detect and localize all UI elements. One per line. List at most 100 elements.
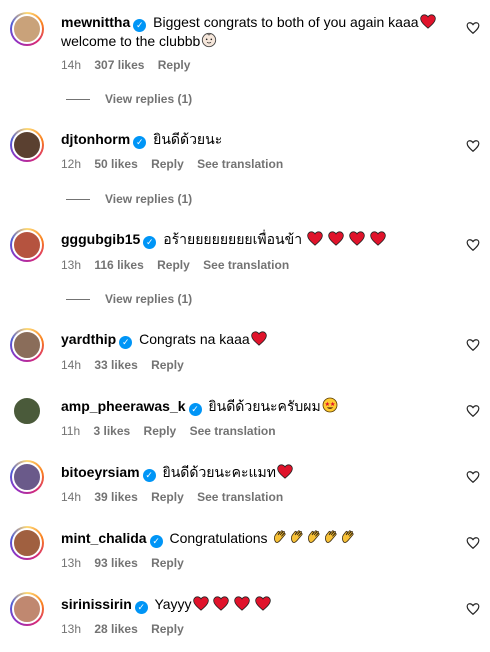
verified-badge-icon: ✓ (119, 336, 133, 349)
verified-badge-icon: ✓ (134, 601, 148, 614)
comment-meta: 14h 307 likes Reply (61, 58, 200, 72)
comment-text: ยินดีด้วยนะ (153, 131, 223, 147)
avatar-ring[interactable] (10, 394, 44, 428)
username[interactable]: sirinissirin (61, 596, 132, 612)
heart-outline-icon[interactable] (466, 338, 480, 352)
heart-outline-icon[interactable] (466, 404, 480, 418)
reply-button[interactable]: Reply (151, 358, 184, 372)
star-struck-emoji (322, 397, 338, 413)
see-translation-button[interactable]: See translation (203, 258, 289, 272)
likes-count[interactable]: 307 likes (94, 58, 144, 72)
verified-badge-icon: ✓ (142, 469, 156, 482)
red-heart-emoji (251, 331, 267, 346)
avatar-ring[interactable] (10, 228, 44, 262)
comment-meta: 14h 39 likes Reply See translation (61, 490, 293, 504)
username[interactable]: djtonhorm (61, 131, 130, 147)
red-heart-emoji (349, 231, 365, 246)
avatar[interactable] (12, 396, 42, 426)
clap-emoji (340, 529, 356, 545)
heart-outline-icon[interactable] (466, 470, 480, 484)
verified-badge-icon: ✓ (149, 535, 163, 548)
comment-meta: 14h 33 likes Reply (61, 358, 194, 372)
comment-text: ยินดีด้วยนะคะแมท (162, 464, 276, 480)
username[interactable]: mewnittha (61, 14, 130, 30)
view-replies-button[interactable]: View replies (1) (66, 92, 192, 106)
avatar[interactable] (12, 594, 42, 624)
see-translation-button[interactable]: See translation (197, 490, 283, 504)
red-heart-emoji (255, 596, 271, 611)
divider (66, 199, 90, 201)
comment-text: Yayyy (154, 596, 192, 612)
red-heart-emoji (234, 596, 250, 611)
avatar-ring[interactable] (10, 128, 44, 162)
likes-count[interactable]: 28 likes (94, 622, 137, 636)
red-heart-emoji (420, 14, 436, 29)
likes-count[interactable]: 93 likes (94, 556, 137, 570)
timestamp: 13h (61, 622, 82, 636)
clap-emoji (272, 529, 288, 545)
see-translation-button[interactable]: See translation (190, 424, 276, 438)
avatar[interactable] (12, 528, 42, 558)
comment-meta: 11h 3 likes Reply See translation (61, 424, 286, 438)
heart-outline-icon[interactable] (466, 238, 480, 252)
reply-button[interactable]: Reply (151, 556, 184, 570)
clap-emoji (323, 529, 339, 545)
red-heart-emoji (307, 231, 323, 246)
comment-text: Biggest congrats to both of you again ka… (153, 14, 419, 30)
view-replies-button[interactable]: View replies (1) (66, 292, 192, 306)
reply-button[interactable]: Reply (157, 258, 190, 272)
timestamp: 14h (61, 58, 82, 72)
comment-text-line2: welcome to the clubbb (61, 33, 201, 49)
likes-count[interactable]: 50 likes (94, 157, 137, 171)
avatar[interactable] (12, 330, 42, 360)
reply-button[interactable]: Reply (158, 58, 191, 72)
avatar-ring[interactable] (10, 12, 44, 46)
verified-badge-icon: ✓ (188, 403, 202, 416)
heart-outline-icon[interactable] (466, 21, 480, 35)
likes-count[interactable]: 39 likes (94, 490, 137, 504)
divider (66, 99, 90, 101)
avatar-ring[interactable] (10, 526, 44, 560)
red-heart-emoji (370, 231, 386, 246)
timestamp: 11h (61, 424, 81, 438)
username[interactable]: yardthip (61, 331, 116, 347)
verified-badge-icon: ✓ (143, 236, 157, 249)
reply-button[interactable]: Reply (144, 424, 177, 438)
avatar-ring[interactable] (10, 460, 44, 494)
see-translation-button[interactable]: See translation (197, 157, 283, 171)
heart-outline-icon[interactable] (466, 536, 480, 550)
avatar-ring[interactable] (10, 328, 44, 362)
avatar[interactable] (12, 462, 42, 492)
timestamp: 14h (61, 490, 82, 504)
comment-text: ยินดีด้วยนะครับผม (208, 398, 321, 414)
username[interactable]: bitoeyrsiam (61, 464, 140, 480)
baby-emoji (201, 32, 217, 48)
red-heart-emoji (328, 231, 344, 246)
comment-text: Congrats na kaaa (139, 331, 250, 347)
comment-meta: 12h 50 likes Reply See translation (61, 157, 293, 171)
avatar[interactable] (12, 230, 42, 260)
clap-emoji (289, 529, 305, 545)
red-heart-emoji (193, 596, 209, 611)
verified-badge-icon: ✓ (133, 136, 147, 149)
timestamp: 13h (61, 258, 82, 272)
heart-outline-icon[interactable] (466, 602, 480, 616)
username[interactable]: mint_chalida (61, 530, 147, 546)
username[interactable]: gggubgib15 (61, 231, 140, 247)
avatar[interactable] (12, 14, 42, 44)
timestamp: 12h (61, 157, 82, 171)
likes-count[interactable]: 116 likes (94, 258, 143, 272)
comment-meta: 13h 28 likes Reply (61, 622, 194, 636)
likes-count[interactable]: 3 likes (93, 424, 130, 438)
view-replies-button[interactable]: View replies (1) (66, 192, 192, 206)
heart-outline-icon[interactable] (466, 139, 480, 153)
reply-button[interactable]: Reply (151, 490, 184, 504)
avatar-ring[interactable] (10, 592, 44, 626)
likes-count[interactable]: 33 likes (94, 358, 137, 372)
reply-button[interactable]: Reply (151, 157, 184, 171)
red-heart-emoji (277, 464, 293, 479)
username[interactable]: amp_pheerawas_k (61, 398, 186, 414)
reply-button[interactable]: Reply (151, 622, 184, 636)
clap-emoji (306, 529, 322, 545)
avatar[interactable] (12, 130, 42, 160)
